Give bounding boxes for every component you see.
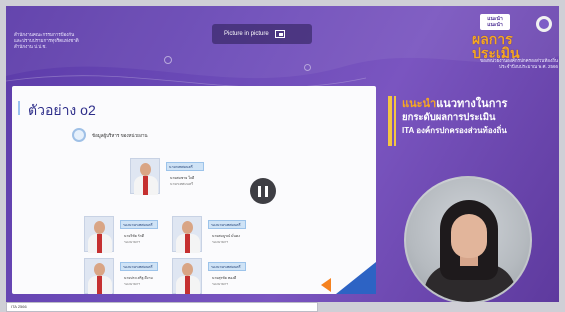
brand-logo: แนะนำ แนะนำ xyxy=(480,14,510,30)
picture-in-picture-button[interactable]: Picture in picture xyxy=(212,24,312,44)
title-accent-bar xyxy=(18,101,20,115)
brand-title: ผลการประเมิน xyxy=(472,31,520,61)
presentation-slide: ตัวอย่าง o2 ข้อมูลผู้บริหาร ของหน่วยงาน … xyxy=(12,86,376,294)
decor-triangle-orange xyxy=(321,278,331,292)
video-screen: สำนักงานคณะกรรมการป้องกัน และปราบปรามการ… xyxy=(6,6,559,302)
slide-bullet: ข้อมูลผู้บริหาร ของหน่วยงาน xyxy=(72,128,148,142)
position-tag: รองนายกเทศมนตรี xyxy=(208,220,246,229)
decor-triangle-blue xyxy=(336,262,376,294)
person-role: รองนายกฯ xyxy=(212,240,229,244)
pause-icon xyxy=(258,185,261,197)
person-role: นายกเทศมนตรี xyxy=(170,182,194,186)
person-role: รองนายกฯ xyxy=(124,282,141,286)
person-photo xyxy=(172,258,202,294)
seal-icon xyxy=(536,16,552,32)
headline: แนะนำแนวทางในการ ยกระดับผลการประเมิน ITA… xyxy=(402,98,508,135)
person-role: รองนายกฯ xyxy=(212,282,229,286)
brand-subtitle: ของหน่วยงานองค์กรปกครองส่วนท้องถิ่น ประจ… xyxy=(480,58,558,69)
org-name: สำนักงานคณะกรรมการป้องกัน และปราบปรามการ… xyxy=(14,32,79,49)
headline-accent-bar xyxy=(394,96,396,146)
decor-circle xyxy=(164,56,172,64)
person-photo xyxy=(84,258,114,294)
position-tag: รองนายกเทศมนตรี xyxy=(120,220,158,229)
position-tag: รองนายกเทศมนตรี xyxy=(208,262,246,271)
decor-circle xyxy=(304,64,311,71)
position-tag: รองนายกเทศมนตรี xyxy=(120,262,158,271)
speaker-webcam xyxy=(404,176,532,302)
pip-label: Picture in picture xyxy=(224,31,269,37)
position-tag: นายกเทศมนตรี xyxy=(166,162,204,171)
person-photo xyxy=(130,158,160,195)
pause-button[interactable] xyxy=(250,178,276,204)
person-photo xyxy=(172,216,202,253)
pip-icon xyxy=(274,30,285,38)
person-role: รองนายกฯ xyxy=(124,240,141,244)
headline-accent-bar xyxy=(388,96,392,146)
caption-strip: ITA 2566 xyxy=(6,302,318,312)
bullet-icon xyxy=(72,128,86,142)
slide-title: ตัวอย่าง o2 xyxy=(18,100,96,122)
person-photo xyxy=(84,216,114,253)
